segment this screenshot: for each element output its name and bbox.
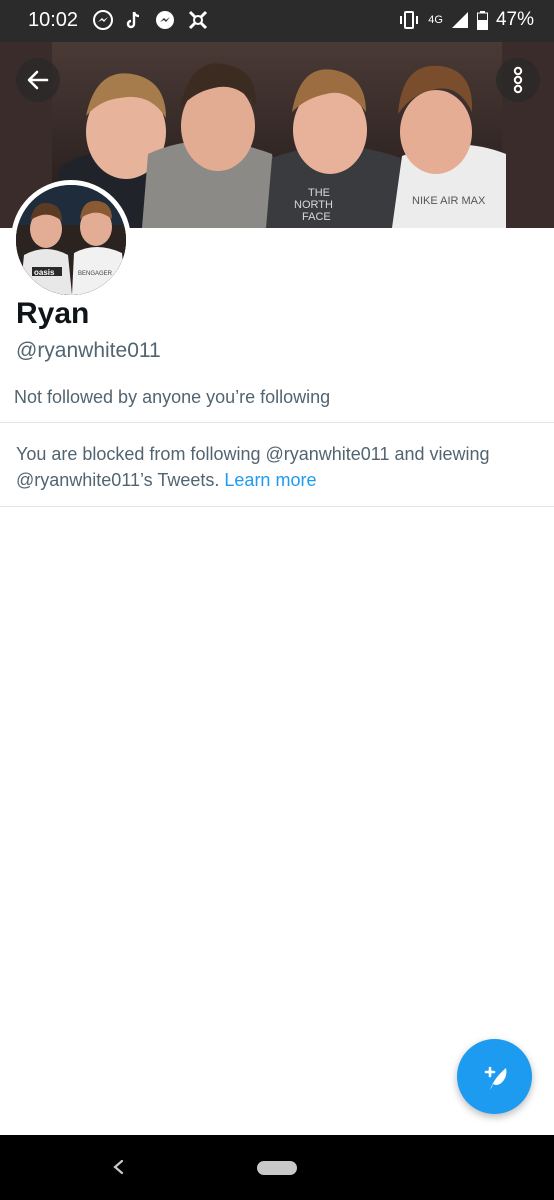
svg-text:FACE: FACE bbox=[302, 211, 331, 223]
avatar-photo: oasis BENGAGER bbox=[16, 185, 126, 295]
nav-back-icon[interactable] bbox=[110, 1155, 126, 1179]
status-bar: 10:02 4G 47% bbox=[0, 0, 554, 42]
svg-text:THE: THE bbox=[308, 187, 330, 199]
svg-text:NIKE AIR MAX: NIKE AIR MAX bbox=[412, 195, 486, 207]
more-options-button[interactable] bbox=[496, 58, 540, 102]
tiktok-icon bbox=[126, 11, 140, 29]
app-notification-icon bbox=[188, 10, 208, 30]
compose-tweet-button[interactable] bbox=[457, 1039, 532, 1114]
back-button[interactable] bbox=[16, 58, 60, 102]
blocked-notice: You are blocked from following @ryanwhit… bbox=[16, 441, 536, 493]
battery-percentage: 47% bbox=[495, 9, 534, 30]
network-type: 4G bbox=[428, 14, 443, 26]
svg-text:NORTH: NORTH bbox=[294, 199, 333, 211]
learn-more-link[interactable]: Learn more bbox=[224, 470, 316, 490]
svg-text:BENGAGER: BENGAGER bbox=[78, 271, 113, 277]
status-time: 10:02 bbox=[28, 9, 79, 31]
compose-feather-icon bbox=[484, 1066, 506, 1090]
notification-icons bbox=[92, 9, 209, 31]
display-name: Ryan bbox=[16, 297, 90, 330]
avatar[interactable]: oasis BENGAGER bbox=[11, 180, 131, 300]
messenger-icon bbox=[156, 11, 174, 29]
vibrate-icon bbox=[400, 11, 419, 29]
divider-top bbox=[0, 422, 554, 423]
overflow-menu-icon bbox=[513, 66, 523, 94]
system-nav-bar bbox=[0, 1135, 554, 1200]
followers-you-know-note: Not followed by anyone you’re following bbox=[14, 387, 331, 407]
signal-icon bbox=[451, 12, 468, 28]
status-indicators: 4G 47% bbox=[398, 9, 534, 31]
profile-handle: @ryanwhite011 bbox=[16, 339, 161, 362]
nav-home-pill[interactable] bbox=[257, 1161, 297, 1175]
messenger-icon bbox=[93, 10, 113, 30]
svg-text:oasis: oasis bbox=[34, 268, 55, 277]
battery-icon bbox=[476, 10, 488, 30]
back-arrow-icon bbox=[27, 70, 49, 90]
divider-bottom bbox=[0, 506, 554, 507]
